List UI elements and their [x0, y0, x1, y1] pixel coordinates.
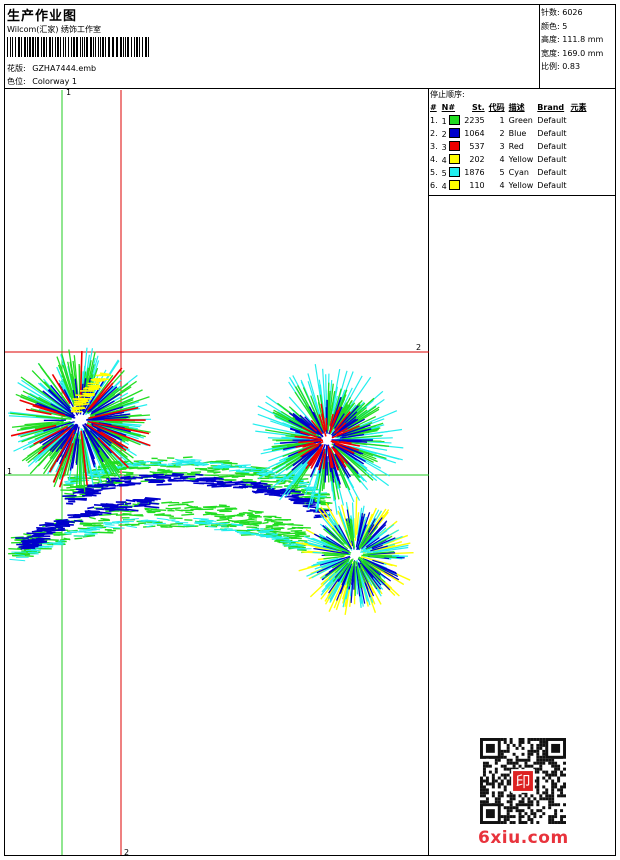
thread-stitches: 1064: [464, 129, 485, 138]
thread-brand: Default: [537, 142, 567, 151]
color-swatch: [449, 115, 461, 125]
colorway-label: 色位:: [7, 77, 26, 86]
qr-code: 印: [480, 738, 566, 824]
stats-divider: [539, 4, 540, 88]
thread-code: 4: [499, 181, 505, 190]
colorway-row: 色位: Colorway 1: [7, 76, 77, 87]
thread-stitches: 110: [469, 181, 485, 190]
thread-description: Yellow: [508, 181, 534, 190]
stats-panel: 针数: 6026 颜色: 5 高度: 111.8 mm 宽度: 169.0 mm…: [541, 6, 603, 74]
col-description: 描述: [508, 103, 525, 112]
thread-description: Blue: [508, 129, 527, 138]
barcode: [7, 37, 149, 57]
col-brand: Brand: [537, 103, 565, 112]
col-stitches: St.: [472, 103, 485, 112]
color-swatch: [449, 128, 461, 138]
thread-index: 5.: [430, 168, 438, 177]
stat-scale: 比例: 0.83: [541, 62, 581, 71]
thread-stitches: 1876: [464, 168, 485, 177]
thread-needle: 4: [440, 153, 463, 166]
guide-label-v2: 2: [124, 848, 130, 857]
thread-needle: 4: [440, 179, 463, 192]
thread-index: 4.: [430, 155, 438, 164]
design-file-row: 花版: GZHA7444.emb: [7, 63, 96, 74]
thread-code: 4: [499, 155, 505, 164]
thread-index: 3.: [430, 142, 438, 151]
thread-description: Yellow: [508, 155, 534, 164]
thread-needle: 3: [440, 140, 463, 153]
thread-row: 2. 2 1064 2 Blue Default: [428, 127, 589, 140]
col-needle: N#: [441, 103, 456, 112]
col-element: 元素: [570, 103, 587, 112]
thread-code: 2: [499, 129, 505, 138]
stop-sequence-title: 停止顺序:: [430, 90, 465, 99]
thread-element: [569, 153, 589, 166]
thread-row: 3. 3 537 3 Red Default: [428, 140, 589, 153]
thread-element: [569, 166, 589, 179]
page-title: 生产作业图: [7, 9, 78, 24]
table-bottom-divider: [428, 195, 616, 196]
thread-needle: 5: [440, 166, 463, 179]
thread-description: Cyan: [508, 168, 529, 177]
color-swatch: [449, 154, 461, 164]
guide-label-v1: 1: [66, 88, 72, 97]
guide-label-h2: 2: [416, 343, 422, 352]
embroidery-design-preview: [5, 90, 429, 855]
thread-brand: Default: [537, 129, 567, 138]
thread-description: Green: [508, 116, 533, 125]
thread-index: 2.: [430, 129, 438, 138]
color-swatch: [449, 167, 461, 177]
thread-row: 5. 5 1876 5 Cyan Default: [428, 166, 589, 179]
color-swatch: [449, 180, 461, 190]
thread-brand: Default: [537, 155, 567, 164]
color-swatch: [449, 141, 461, 151]
watermark-logo: 6xiu.com: [478, 828, 569, 848]
thread-needle: 2: [440, 127, 463, 140]
thread-code: 5: [499, 168, 505, 177]
colorway-value: Colorway 1: [32, 77, 77, 86]
thread-stitches: 537: [469, 142, 485, 151]
thread-brand: Default: [537, 181, 567, 190]
thread-table: # N# St. 代码 描述 Brand 元素 1. 1 2235 1 Green De…: [428, 101, 589, 192]
design-file: GZHA7444.emb: [32, 64, 97, 73]
thread-row: 4. 4 202 4 Yellow Default: [428, 153, 589, 166]
thread-brand: Default: [537, 116, 567, 125]
design-label: 花版:: [7, 64, 26, 73]
stitch-artwork: [7, 347, 414, 615]
software-name: Wilcom(汇家) 绣饰工作室: [7, 25, 102, 34]
thread-element: [569, 179, 589, 192]
thread-index: 1.: [430, 116, 438, 125]
header-divider: [4, 88, 616, 89]
thread-description: Red: [508, 142, 524, 151]
col-index: #: [430, 103, 437, 112]
thread-element: [569, 114, 589, 127]
thread-row: 1. 1 2235 1 Green Default: [428, 114, 589, 127]
thread-row: 6. 4 110 4 Yellow Default: [428, 179, 589, 192]
thread-stitches: 2235: [464, 116, 485, 125]
stat-colors: 颜色: 5: [541, 21, 568, 31]
svg-text:印: 印: [516, 773, 531, 790]
thread-index: 6.: [430, 181, 438, 190]
thread-table-header: # N# St. 代码 描述 Brand 元素: [428, 101, 589, 114]
stat-width: 宽度: 169.0 mm: [541, 48, 604, 58]
guide-label-h1: 1: [7, 467, 13, 476]
thread-code: 3: [499, 142, 505, 151]
thread-element: [569, 140, 589, 153]
thread-code: 1: [499, 116, 505, 125]
stat-height: 高度: 111.8 mm: [541, 35, 604, 44]
thread-brand: Default: [537, 168, 567, 177]
thread-element: [569, 127, 589, 140]
col-code: 代码: [488, 103, 505, 112]
stat-stitches: 针数: 6026: [541, 8, 583, 17]
thread-needle: 1: [440, 114, 463, 127]
thread-stitches: 202: [469, 155, 485, 164]
